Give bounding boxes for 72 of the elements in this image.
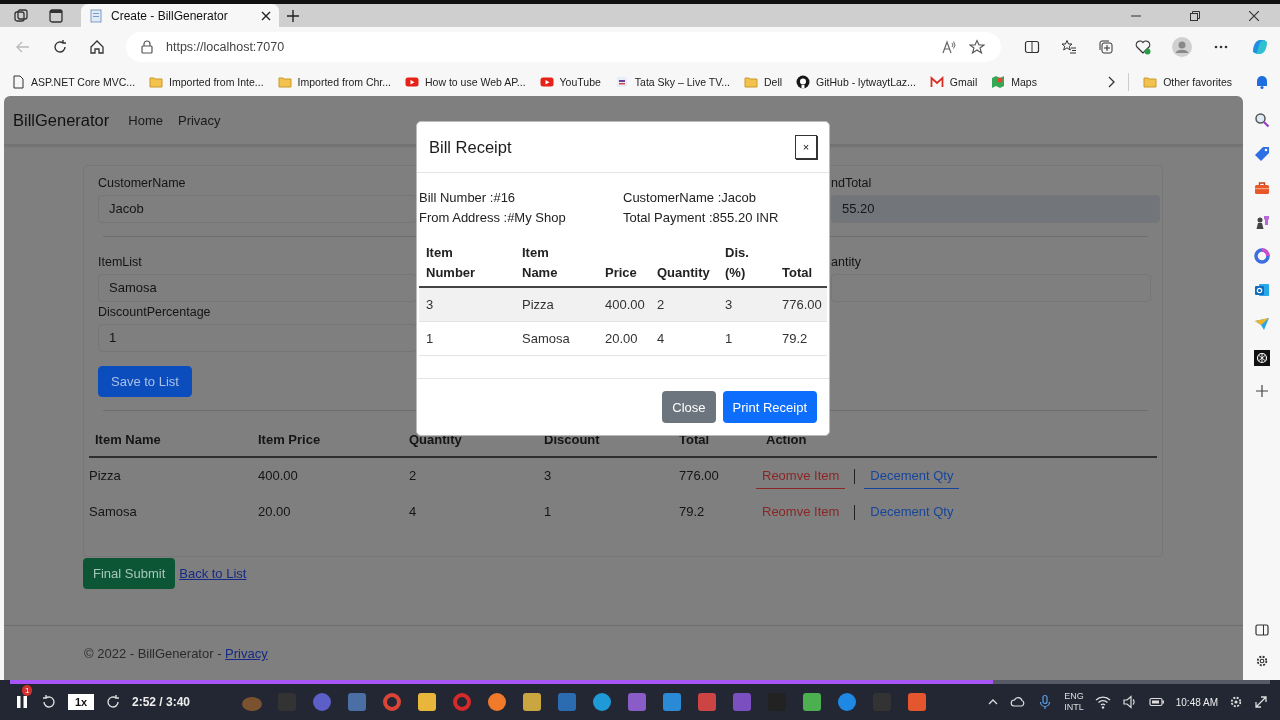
language-indicator[interactable]: INTL xyxy=(1064,702,1084,713)
table-cell: 1 xyxy=(426,331,434,346)
clock[interactable]: 10:48 AM xyxy=(1175,696,1218,708)
table-cell-text: 20.00 xyxy=(258,503,292,521)
final-submit-button[interactable]: Final Submit xyxy=(83,558,176,589)
bookmark[interactable]: Imported from Chr... xyxy=(277,74,391,89)
receipt-info: CustomerName :Jacob xyxy=(623,189,757,207)
bookmark-folder[interactable]: Other favorites xyxy=(1143,74,1232,89)
field-label: DiscountPercentage xyxy=(98,304,212,321)
browser-tab[interactable]: Create - BillGenerator xyxy=(81,4,279,27)
table-cell: 400.00 xyxy=(605,297,645,312)
table-cell: 1 xyxy=(725,331,733,346)
table-cell: 776.00 xyxy=(782,297,822,312)
column-header: Quantity xyxy=(409,431,463,449)
bookmark[interactable]: YouTube xyxy=(539,74,601,89)
playback-speed-button[interactable]: 1x xyxy=(68,694,94,710)
column-header: Discount xyxy=(544,431,601,449)
dialog-title: Bill Receipt xyxy=(429,137,512,157)
bookmark[interactable]: Dell xyxy=(744,74,783,89)
print-receipt-button[interactable]: Print Receipt xyxy=(722,391,817,423)
field-label: CustomerName xyxy=(98,175,187,192)
field-label: ndTotal xyxy=(831,175,873,192)
nav-link[interactable]: Home xyxy=(128,112,163,128)
notification-badge: 1 xyxy=(22,685,33,696)
column-header: Item Number xyxy=(426,245,476,280)
table-cell-text: Samosa xyxy=(89,503,138,521)
table-cell-text: 1 xyxy=(544,503,553,521)
close-button[interactable]: × xyxy=(795,135,817,159)
nav-link[interactable]: Privacy xyxy=(178,112,221,128)
table-cell: Pizza xyxy=(522,297,554,312)
bookmark[interactable]: GitHub - lytwaytLaz... xyxy=(796,74,916,89)
bookmark[interactable]: Imported from Inte... xyxy=(149,74,264,89)
grand-total-field[interactable]: 55.20 xyxy=(831,195,1160,223)
address-bar[interactable]: https://localhost:7070 xyxy=(126,32,1001,62)
receipt-info: Total Payment :855.20 INR xyxy=(623,209,780,227)
table-cell-text: 3 xyxy=(544,467,553,485)
brand-link[interactable]: BillGenerator xyxy=(13,110,110,130)
table-cell-text: Pizza xyxy=(89,467,122,485)
column-header: Item Name xyxy=(95,431,162,449)
column-header: Total xyxy=(782,265,813,280)
column-header: Price xyxy=(605,265,637,280)
table-cell-text: 4 xyxy=(409,503,418,521)
column-header: Item Name xyxy=(522,245,558,280)
close-button[interactable]: Close xyxy=(662,391,716,423)
table-cell: 79.2 xyxy=(782,331,808,346)
save-to-list-button[interactable]: Save to List xyxy=(98,366,192,397)
receipt-info: From Address :#My Shop xyxy=(419,209,567,227)
table-cell: Samosa xyxy=(522,331,570,346)
table-cell: 20.00 xyxy=(605,331,638,346)
column-header: Quantity xyxy=(657,265,710,280)
video-time: 2:52 / 3:40 xyxy=(132,695,191,709)
table-cell-text: 79.2 xyxy=(679,503,706,521)
bookmark[interactable]: Maps xyxy=(991,74,1037,89)
bookmark[interactable]: How to use Web AP... xyxy=(405,74,526,89)
column-header: Action xyxy=(766,431,807,449)
table-cell-text: 776.00 xyxy=(679,467,720,485)
column-header: Dis. (%) xyxy=(725,245,749,280)
table-cell: 2 xyxy=(657,297,665,312)
bookmark[interactable]: Gmail xyxy=(929,74,978,89)
field-label: antity xyxy=(831,254,862,271)
table-cell: 3 xyxy=(426,297,434,312)
table-cell-text: 2 xyxy=(409,467,418,485)
table-cell: 4 xyxy=(657,331,665,346)
language-indicator[interactable]: ENG xyxy=(1064,691,1084,702)
column-header: Item Price xyxy=(258,431,322,449)
field-label: ItemList xyxy=(98,254,143,271)
footer-text: © 2022 - BillGenerator - Privacy xyxy=(84,646,268,661)
bookmark[interactable]: Tata Sky – Live TV... xyxy=(614,74,730,89)
table-cell: 3 xyxy=(725,297,733,312)
table-cell-text: 400.00 xyxy=(258,467,299,485)
bookmark[interactable]: ASP.NET Core MVC... xyxy=(11,74,136,89)
receipt-info: Bill Number :#16 xyxy=(419,189,517,207)
